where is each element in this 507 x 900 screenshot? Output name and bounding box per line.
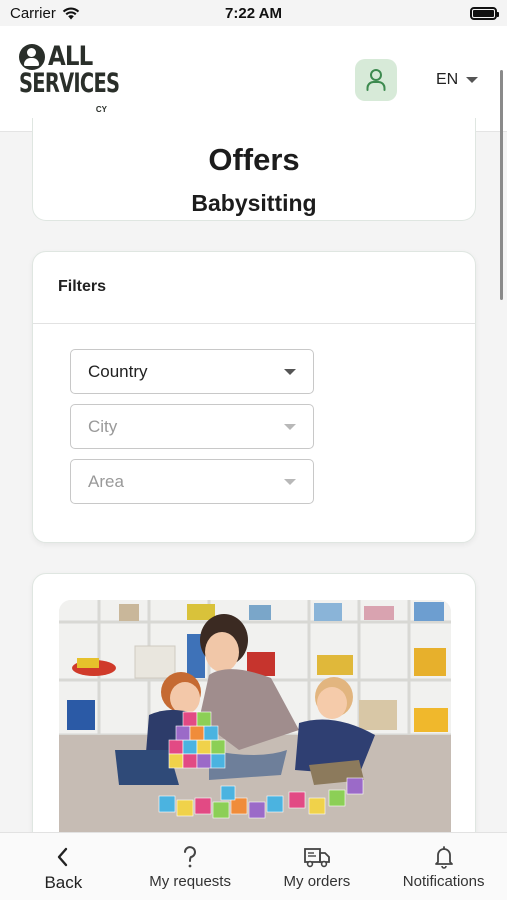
country-select[interactable]: Country [70,349,314,394]
area-select-label: Area [88,471,124,491]
truck-icon [303,848,330,868]
logo-text-services: SERVICES [19,68,120,99]
title-card: Offers Babysitting [32,118,476,221]
filters-heading: Filters [33,252,475,324]
nav-my-requests-label: My requests [149,873,231,890]
page-title: Offers [208,142,300,177]
app-logo[interactable]: ALL SERVICES CY [19,41,120,116]
battery-icon [470,6,499,20]
country-select-label: Country [88,361,148,381]
language-value: EN [436,71,459,88]
nav-my-orders-label: My orders [283,873,351,890]
nav-my-requests[interactable]: My requests [127,833,254,900]
nav-notifications-label: Notifications [402,873,485,890]
language-select[interactable]: EN [436,68,479,92]
nav-back-label: Back [44,873,83,892]
status-left: Carrier [10,5,80,22]
bell-icon [434,846,453,869]
scrollbar[interactable] [500,70,503,300]
city-select-label: City [88,416,118,436]
logo-person-icon [19,44,45,70]
user-icon [366,69,386,91]
bottom-nav: Back My requests My orders Notifications [0,832,507,900]
chevron-down-icon [284,368,296,375]
chevron-down-icon [466,77,479,83]
wifi-icon [62,7,80,19]
carrier-label: Carrier [10,4,56,22]
app-header: ALL SERVICES CY EN [0,26,507,300]
logo-text-cy: CY [95,105,107,114]
nav-my-orders[interactable]: My orders [254,833,381,900]
chevron-down-icon [284,478,296,485]
nav-back[interactable]: Back [0,833,127,900]
area-select[interactable]: Area [70,459,314,504]
status-bar: Carrier 7:22 AM [0,0,507,26]
logo-text-all: ALL [48,41,93,72]
filters-card: Filters Country City Area [32,251,476,543]
babysitting-photo [59,600,451,840]
offer-image[interactable] [59,600,451,840]
city-select[interactable]: City [70,404,314,449]
question-mark-icon [184,846,197,868]
page-subtitle: Babysitting [191,190,317,216]
chevron-left-icon [58,847,68,867]
profile-button[interactable] [355,59,397,101]
nav-notifications[interactable]: Notifications [380,833,507,900]
chevron-down-icon [284,423,296,430]
